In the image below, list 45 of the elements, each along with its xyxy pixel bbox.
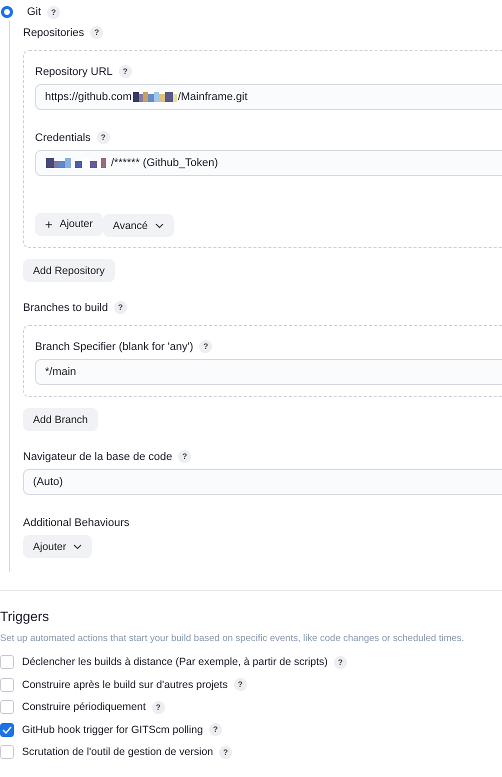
checkbox[interactable] <box>0 678 14 692</box>
help-button[interactable]: ? <box>114 301 127 314</box>
add-branch-button[interactable]: Add Branch <box>23 408 98 431</box>
checkbox-label: Scrutation de l'outil de gestion de version <box>22 746 214 758</box>
help-button[interactable]: ? <box>234 678 247 692</box>
help-button[interactable]: ? <box>118 65 132 78</box>
help-button[interactable]: ? <box>334 656 347 669</box>
section-description: Set up automated actions that start your build based on specific events, like code changes or scheduled times. <box>0 633 466 644</box>
branch-field[interactable]: */main <box>35 359 502 385</box>
help-button[interactable]: ? <box>90 26 104 39</box>
chevron-down-icon <box>73 544 82 550</box>
checkbox[interactable] <box>0 745 14 760</box>
advanced-button[interactable]: Avancé <box>102 214 174 237</box>
field-label: Navigateur de la base de code <box>23 450 172 462</box>
add-behaviour-button[interactable]: Ajouter <box>23 535 92 558</box>
help-button[interactable]: ? <box>47 6 60 18</box>
add-credentials-button[interactable]: + Ajouter <box>35 212 103 236</box>
add-repository-button[interactable]: Add Repository <box>23 259 115 282</box>
section-title: Triggers <box>0 609 50 624</box>
checkbox-label: Construire périodiquement <box>22 701 146 714</box>
browser-select[interactable]: (Auto) <box>23 469 502 495</box>
redaction-drawing <box>132 92 177 102</box>
checkbox-label: GitHub hook trigger for GITScm polling <box>22 724 203 736</box>
help-button[interactable]: ? <box>96 131 110 144</box>
git-label: Git <box>27 6 42 18</box>
help-button[interactable]: ? <box>152 700 165 714</box>
field-label: Repository URL <box>35 66 113 78</box>
help-button[interactable]: ? <box>178 450 192 463</box>
url-field[interactable]: https://github.com /Mainframe.git <box>35 84 502 110</box>
section-label: Additional Behaviours <box>23 516 130 528</box>
section-label: Branches to build <box>23 302 108 314</box>
checkbox-label: Construire après le build sur d'autres projets <box>22 678 228 691</box>
checkbox-label: Déclencher les builds à distance (Par exemple, à partir de scripts) <box>22 656 328 668</box>
chevron-down-icon <box>154 222 164 228</box>
credentials-field[interactable]: /****** (Github_Token) <box>35 150 502 176</box>
checkbox[interactable] <box>0 655 14 670</box>
checkbox[interactable] <box>0 722 14 737</box>
checkbox[interactable] <box>0 700 14 714</box>
help-button[interactable]: ? <box>199 340 212 353</box>
section-label: Repositories <box>23 26 84 38</box>
field-label: Branch Specifier (blank for 'any') <box>35 340 194 352</box>
help-button[interactable]: ? <box>219 746 232 759</box>
field-label: Credentials <box>35 132 91 144</box>
help-button[interactable]: ? <box>208 723 222 736</box>
radio-button[interactable] <box>1 6 13 18</box>
